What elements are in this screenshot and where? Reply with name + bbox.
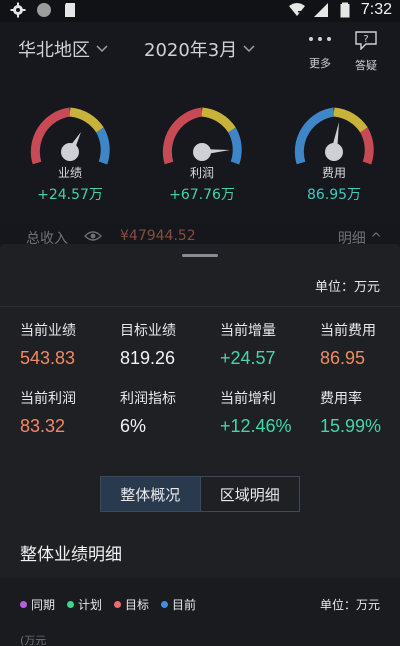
status-time: 7:32 — [360, 1, 392, 18]
view-tabs: 整体概况 区域明细 — [100, 476, 300, 512]
metric-label: 利润指标 — [120, 391, 176, 407]
legend-dot — [20, 601, 27, 608]
gauge-performance[interactable]: 业绩 +24.57万 — [20, 92, 120, 222]
metric-current-performance: 当前业绩 543.83 — [20, 320, 120, 369]
metric-current-increment: 当前增量 +24.57 — [220, 320, 320, 369]
month-label: 2020年3月 — [144, 40, 238, 61]
app-circle-icon — [37, 3, 51, 17]
eye-icon[interactable] — [84, 230, 102, 242]
metric-value: +24.57 — [220, 348, 276, 368]
region-selector[interactable]: 华北地区 — [18, 36, 108, 62]
legend-dot — [114, 601, 122, 608]
status-bar: 7:32 — [0, 0, 400, 22]
legend-item-target[interactable]: 目标 — [114, 596, 149, 613]
faq-label: 答疑 — [355, 59, 377, 72]
metric-value: 83.32 — [20, 416, 66, 436]
metric-label: 当前增利 — [220, 391, 276, 407]
legend-item-same-period[interactable]: 同期 — [20, 596, 55, 613]
metric-value: 15.99% — [320, 416, 382, 436]
legend-item-current[interactable]: 目前 — [161, 596, 196, 613]
legend-label: 目标 — [125, 598, 150, 612]
chart-legend: 同期 计划 目标 目前 — [20, 596, 196, 613]
chevron-down-icon — [96, 45, 108, 53]
legend-dot — [67, 601, 75, 608]
legend-label: 目前 — [172, 598, 197, 612]
battery-icon — [340, 2, 350, 18]
axis-unit-label: (万元 — [20, 634, 47, 646]
chevron-down-icon — [243, 45, 255, 53]
gauge-label: 利润 — [189, 166, 214, 180]
metric-label: 费用率 — [320, 391, 362, 407]
metric-expense-rate: 费用率 15.99% — [320, 388, 400, 437]
metric-value: +12.46% — [220, 416, 292, 436]
unit-label: 单位：万元 — [314, 280, 380, 295]
wifi-icon — [288, 3, 305, 16]
total-income-value: ¥47944.52 — [120, 228, 196, 244]
svg-text:?: ? — [363, 34, 368, 45]
tab-overview[interactable]: 整体概况 — [101, 477, 201, 511]
chart-legend-bar: 同期 计划 目标 目前 单位：万元 (万元 — [0, 578, 400, 646]
legend-dot — [161, 601, 169, 608]
section-title: 整体业绩明细 — [20, 545, 122, 565]
gauge-value: +24.57万 — [37, 187, 103, 203]
gauge-value: +67.76万 — [169, 187, 235, 203]
more-button[interactable]: 更多 — [300, 30, 340, 71]
region-label: 华北地区 — [18, 40, 90, 61]
drag-handle[interactable] — [182, 254, 218, 257]
tab-region-detail[interactable]: 区域明细 — [201, 477, 300, 511]
gauge-profit[interactable]: 利润 +67.76万 — [152, 92, 252, 222]
metric-label: 当前利润 — [20, 391, 76, 407]
metric-profit-increase: 当前增利 +12.46% — [220, 388, 320, 437]
metric-current-profit: 当前利润 83.32 — [20, 388, 120, 437]
metric-value: 543.83 — [20, 348, 76, 368]
month-selector[interactable]: 2020年3月 — [144, 36, 255, 62]
legend-item-plan[interactable]: 计划 — [67, 596, 102, 613]
metric-label: 当前业绩 — [20, 323, 76, 339]
gauge-value: 86.95万 — [306, 187, 362, 203]
gauge-label: 费用 — [321, 166, 346, 180]
legend-label: 同期 — [31, 598, 56, 612]
top-bar: 华北地区 2020年3月 更多 ? 答疑 — [0, 22, 400, 74]
metric-target-performance: 目标业绩 819.26 — [120, 320, 220, 369]
metric-label: 当前费用 — [320, 323, 376, 339]
metric-value: 819.26 — [120, 348, 176, 368]
divider — [0, 306, 400, 307]
question-bubble-icon: ? — [355, 31, 377, 51]
metric-current-expense: 当前费用 86.95 — [320, 320, 400, 369]
sd-card-icon — [65, 3, 75, 17]
metric-label: 当前增量 — [220, 323, 276, 339]
more-dots-icon — [309, 37, 331, 41]
faq-button[interactable]: ? 答疑 — [346, 30, 386, 73]
metric-profit-target: 利润指标 6% — [120, 388, 220, 437]
legend-label: 计划 — [78, 598, 103, 612]
metric-label: 目标业绩 — [120, 323, 176, 339]
metric-value: 86.95 — [320, 348, 366, 368]
gauge-expense[interactable]: 费用 86.95万 — [284, 92, 384, 222]
metric-value: 6% — [120, 416, 147, 436]
more-label: 更多 — [309, 57, 331, 70]
signal-icon — [313, 3, 328, 17]
legend-unit-label: 单位：万元 — [319, 598, 380, 612]
gauge-row: 业绩 +24.57万 利润 +67.76万 费用 86.95万 — [0, 74, 400, 224]
gauge-label: 业绩 — [57, 166, 82, 180]
detail-sheet: 单位：万元 当前业绩 543.83 目标业绩 819.26 当前增量 +24.5… — [0, 244, 400, 646]
settings-icon — [10, 2, 26, 18]
